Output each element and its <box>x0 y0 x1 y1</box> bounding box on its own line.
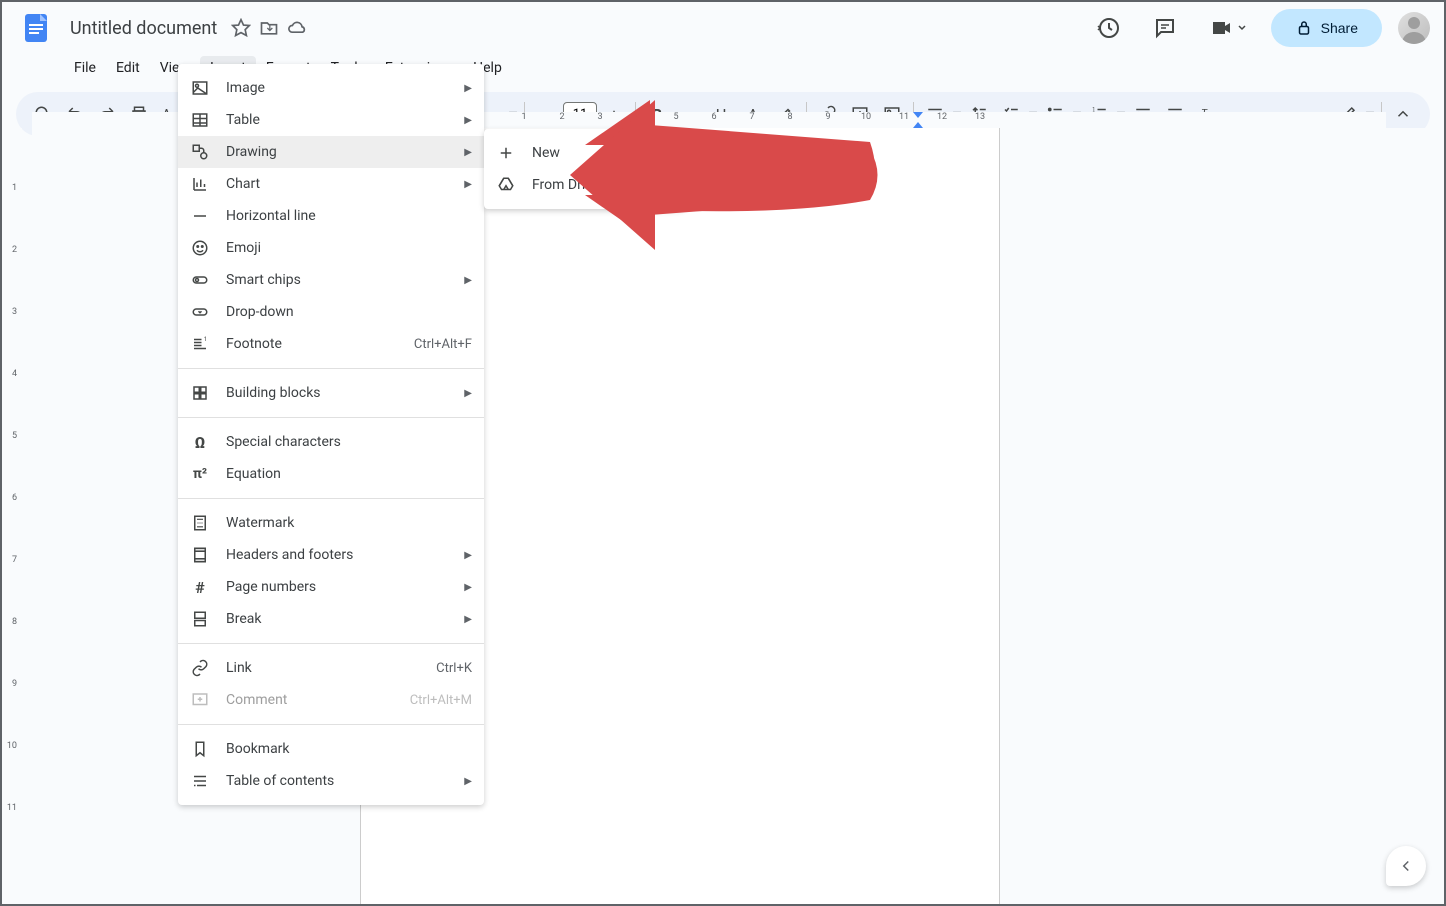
avatar[interactable] <box>1398 12 1430 44</box>
menu-item-break[interactable]: Break ▶ <box>178 603 484 635</box>
menu-item-drawing[interactable]: Drawing ▶ <box>178 136 484 168</box>
share-button[interactable]: Share <box>1271 9 1382 47</box>
insert-menu: Image ▶ Table ▶ Drawing ▶ Chart ▶ Horizo… <box>178 64 484 805</box>
omega-icon: Ω <box>190 432 210 452</box>
menu-item-link[interactable]: Link Ctrl+K <box>178 652 484 684</box>
drive-icon <box>496 175 516 195</box>
chevron-right-icon: ▶ <box>464 550 472 561</box>
menu-item-footnote[interactable]: 1 Footnote Ctrl+Alt+F <box>178 328 484 360</box>
menu-item-emoji[interactable]: Emoji <box>178 232 484 264</box>
menu-edit[interactable]: Edit <box>106 56 150 84</box>
chevron-right-icon: ▶ <box>464 776 472 787</box>
share-label: Share <box>1321 20 1358 36</box>
menu-file[interactable]: File <box>64 56 106 84</box>
explore-button[interactable] <box>1386 846 1426 886</box>
chart-icon <box>190 174 210 194</box>
menu-item-comment: Comment Ctrl+Alt+M <box>178 684 484 716</box>
menu-item-table[interactable]: Table ▶ <box>178 104 484 136</box>
footnote-icon: 1 <box>190 334 210 354</box>
link-icon <box>190 658 210 678</box>
building-blocks-icon <box>190 383 210 403</box>
chevron-right-icon: ▶ <box>464 147 472 158</box>
menu-item-image[interactable]: Image ▶ <box>178 72 484 104</box>
smart-chips-icon <box>190 270 210 290</box>
meet-icon[interactable] <box>1201 8 1255 48</box>
menu-item-page-numbers[interactable]: # Page numbers ▶ <box>178 571 484 603</box>
collapse-toolbar-icon[interactable] <box>1388 99 1418 129</box>
document-title[interactable]: Untitled document <box>64 16 223 41</box>
emoji-icon <box>190 238 210 258</box>
chevron-right-icon: ▶ <box>464 275 472 286</box>
chevron-right-icon: ▶ <box>464 388 472 399</box>
table-of-contents-icon <box>190 771 210 791</box>
cloud-status-icon[interactable] <box>287 18 307 38</box>
menu-item-smart-chips[interactable]: Smart chips ▶ <box>178 264 484 296</box>
chevron-right-icon: ▶ <box>464 582 472 593</box>
menu-item-table-of-contents[interactable]: Table of contents ▶ <box>178 765 484 797</box>
dropdown-icon <box>190 302 210 322</box>
headers-footers-icon <box>190 545 210 565</box>
drawing-icon <box>190 142 210 162</box>
chevron-right-icon: ▶ <box>464 83 472 94</box>
menu-item-dropdown[interactable]: Drop-down <box>178 296 484 328</box>
comments-icon[interactable] <box>1145 8 1185 48</box>
history-icon[interactable] <box>1089 8 1129 48</box>
submenu-item-from-drive[interactable]: From Drive <box>484 169 684 201</box>
plus-icon <box>496 143 516 163</box>
chevron-right-icon: ▶ <box>464 115 472 126</box>
right-indent-marker-top[interactable] <box>913 112 923 118</box>
watermark-icon <box>190 513 210 533</box>
chevron-right-icon: ▶ <box>464 179 472 190</box>
chevron-right-icon: ▶ <box>464 614 472 625</box>
vertical-ruler[interactable]: 1 2 3 4 5 6 7 8 9 10 11 <box>3 128 22 906</box>
menu-item-building-blocks[interactable]: Building blocks ▶ <box>178 377 484 409</box>
star-icon[interactable] <box>231 18 251 38</box>
move-icon[interactable] <box>259 18 279 38</box>
equation-icon: π² <box>190 464 210 484</box>
svg-text:1: 1 <box>204 336 207 343</box>
menu-item-horizontal-line[interactable]: Horizontal line <box>178 200 484 232</box>
submenu-item-new[interactable]: New <box>484 137 684 169</box>
menu-item-chart[interactable]: Chart ▶ <box>178 168 484 200</box>
header: Untitled document Share <box>0 0 1446 56</box>
menu-item-special-characters[interactable]: Ω Special characters <box>178 426 484 458</box>
menu-item-bookmark[interactable]: Bookmark <box>178 733 484 765</box>
menu-item-equation[interactable]: π² Equation <box>178 458 484 490</box>
table-icon <box>190 110 210 130</box>
menu-item-watermark[interactable]: Watermark <box>178 507 484 539</box>
break-icon <box>190 609 210 629</box>
comment-icon <box>190 690 210 710</box>
horizontal-line-icon <box>190 206 210 226</box>
drawing-submenu: New From Drive <box>484 129 684 209</box>
image-icon <box>190 78 210 98</box>
docs-logo[interactable] <box>16 8 56 48</box>
page-numbers-icon: # <box>190 577 210 597</box>
bookmark-icon <box>190 739 210 759</box>
menu-item-headers-footers[interactable]: Headers and footers ▶ <box>178 539 484 571</box>
